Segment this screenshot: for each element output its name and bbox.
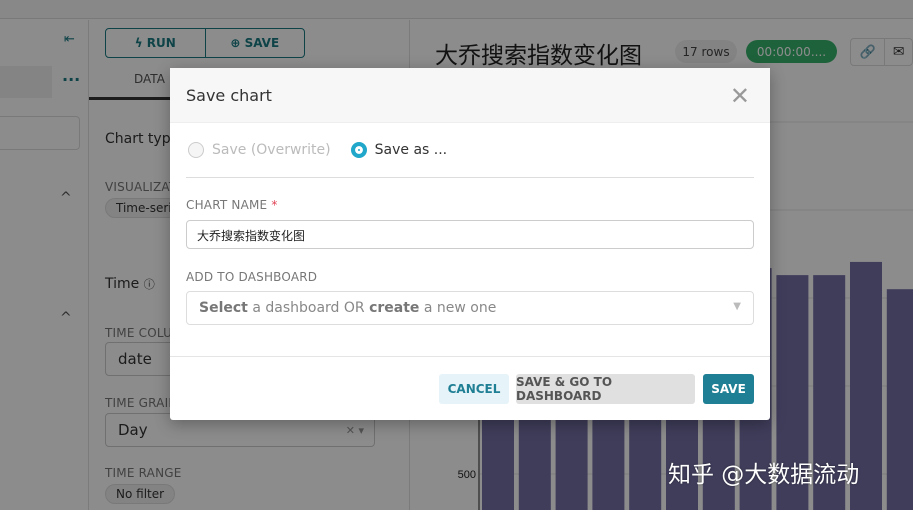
placeholder-text: a dashboard OR [247, 300, 370, 316]
watermark: 知乎 @大数据流动 [668, 462, 860, 488]
radio-overwrite[interactable]: Save (Overwrite) [188, 142, 331, 158]
modal-header: Save chart [170, 68, 770, 123]
placeholder-bold: Select [199, 300, 248, 316]
radio-save-as[interactable]: Save as ... [350, 142, 448, 158]
placeholder-text: a new one [419, 300, 497, 316]
caret-down-icon: ▼ [733, 301, 741, 312]
modal-title: Save chart [186, 85, 272, 105]
modal-save-button[interactable]: SAVE [703, 374, 754, 404]
radio-label: Save (Overwrite) [212, 142, 331, 158]
placeholder-bold: create [369, 300, 420, 316]
save-go-dashboard-button[interactable]: SAVE & GO TO DASHBOARD [516, 374, 695, 404]
save-mode-radios: Save (Overwrite) Save as ... [188, 142, 447, 158]
radio-circle [188, 142, 204, 158]
dashboard-label: ADD TO DASHBOARD [186, 270, 318, 284]
close-icon[interactable]: ✕ [730, 84, 750, 108]
radio-circle-selected [350, 142, 367, 158]
chart-name-input[interactable]: 大乔搜索指数变化图 [186, 220, 754, 249]
radio-label: Save as ... [374, 142, 448, 158]
chart-name-label: CHART NAME * [186, 198, 278, 212]
footer-divider [170, 356, 770, 357]
label-text: CHART NAME [186, 198, 268, 212]
cancel-button[interactable]: CANCEL [439, 374, 509, 404]
dashboard-select[interactable]: Select a dashboard OR create a new one ▼ [186, 291, 754, 325]
required-mark: * [271, 198, 278, 212]
save-chart-modal: Save chart ✕ Save (Overwrite) Save as ..… [170, 68, 770, 420]
divider [186, 177, 754, 178]
